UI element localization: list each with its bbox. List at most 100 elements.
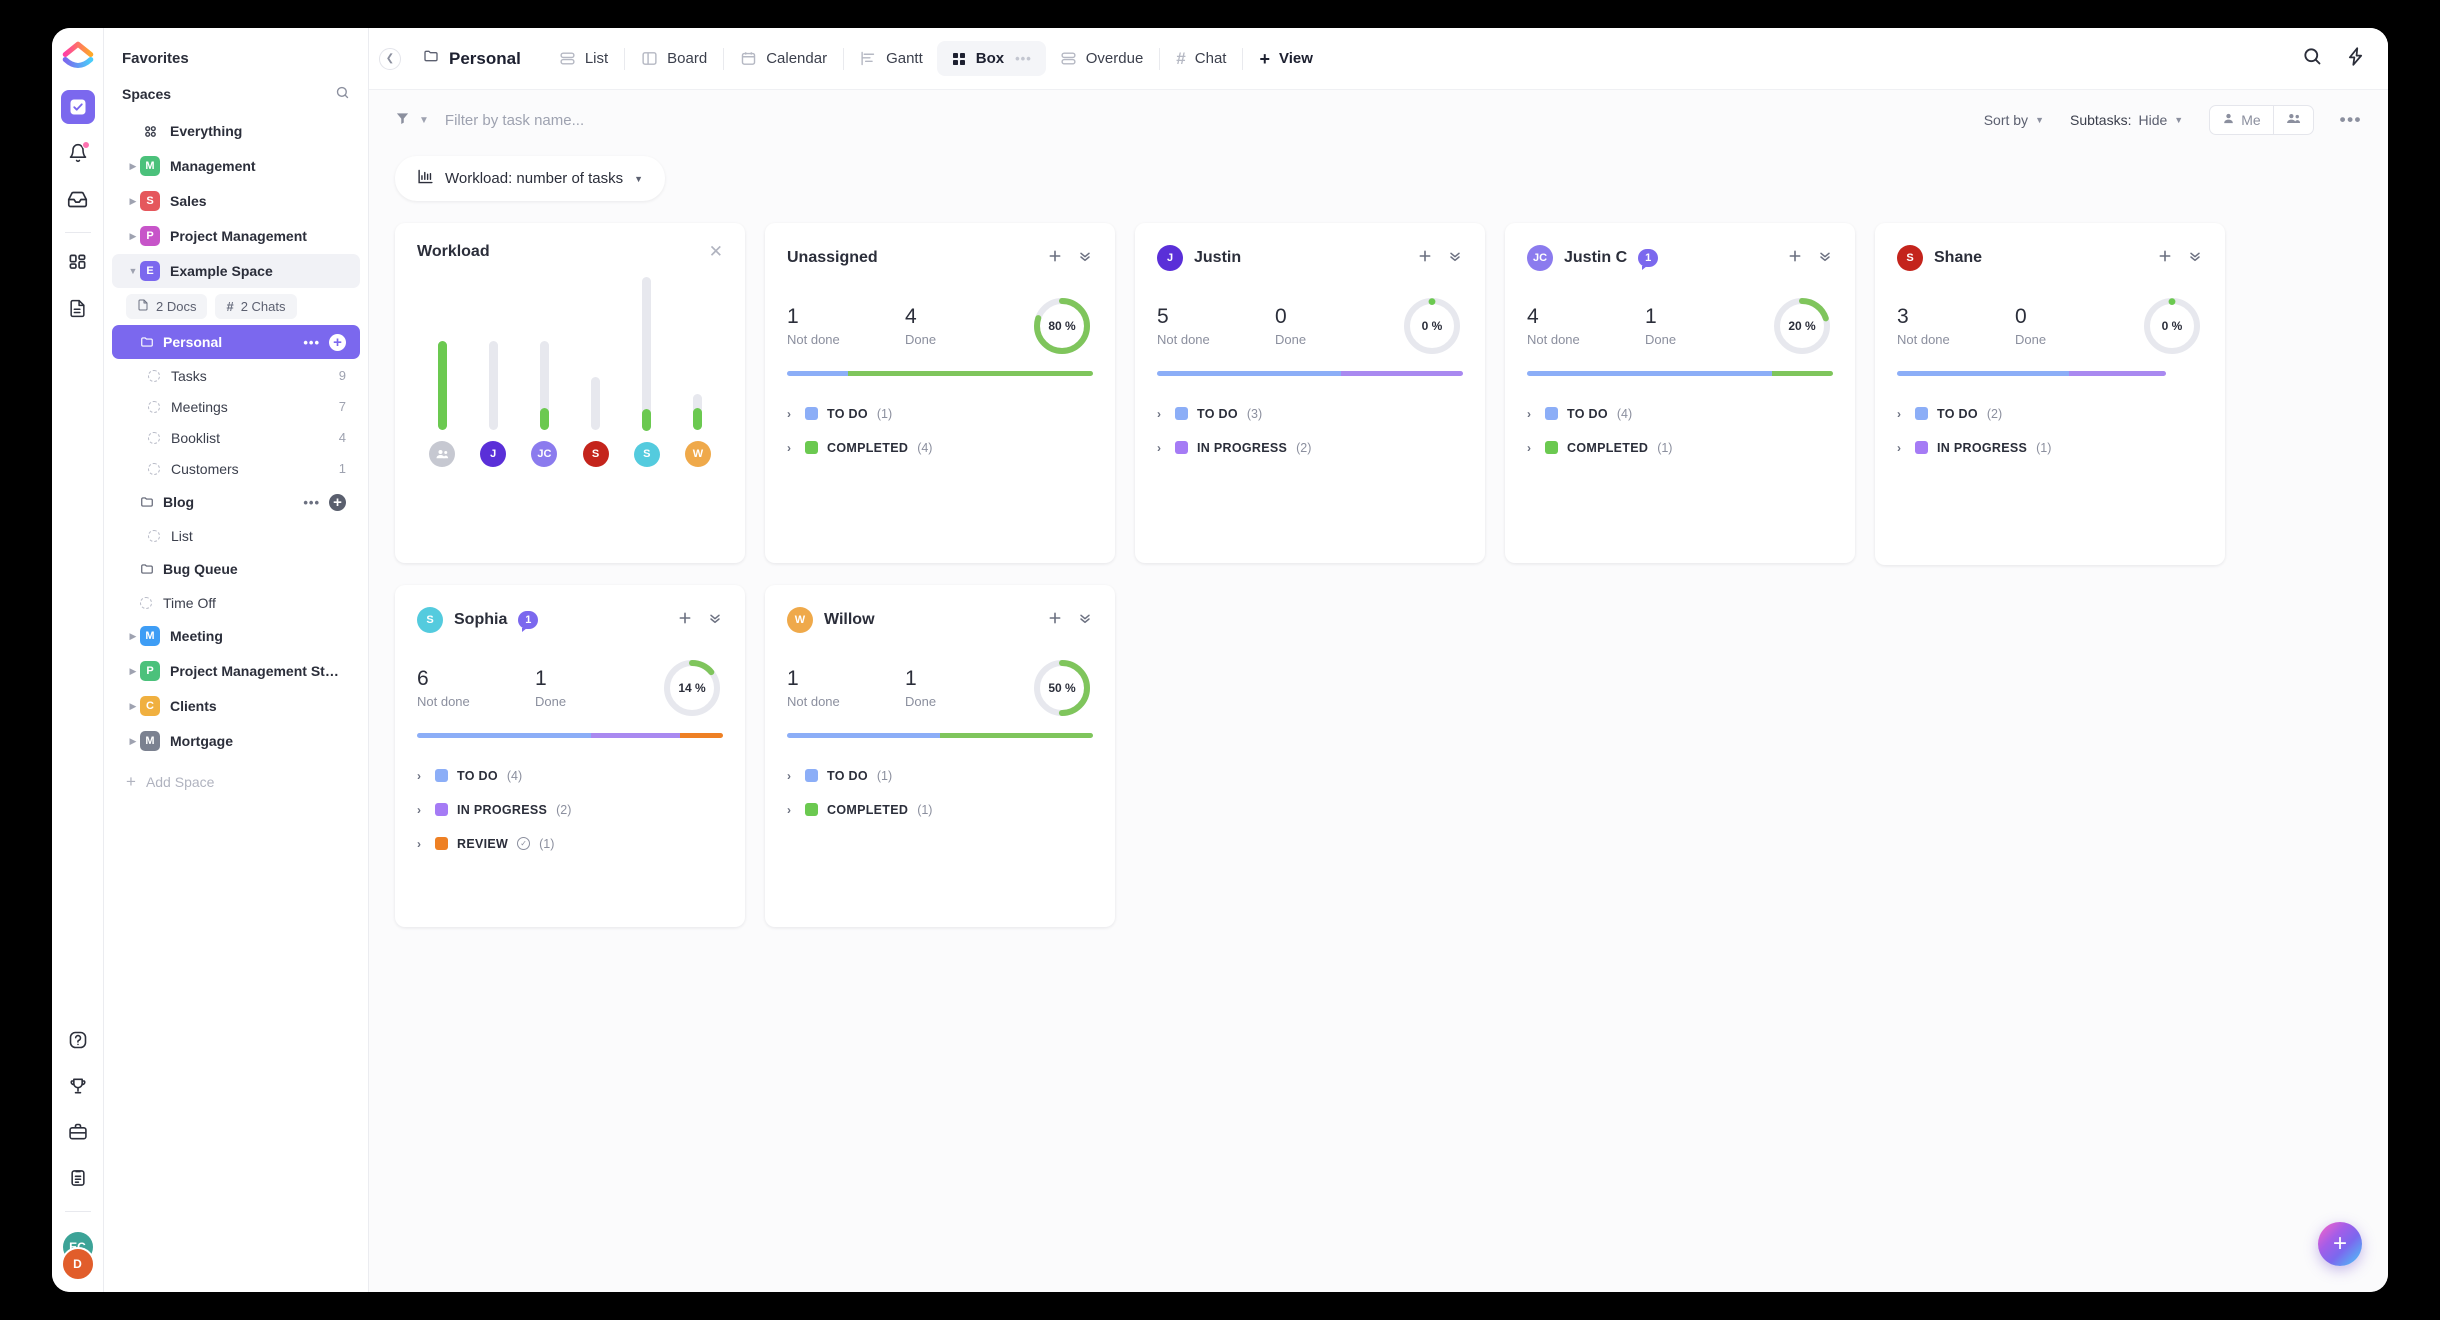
- tab-list[interactable]: List: [545, 41, 622, 76]
- blog-add-icon[interactable]: +: [329, 493, 346, 511]
- plus-icon[interactable]: [1787, 248, 1803, 269]
- avatar[interactable]: JC: [1527, 245, 1553, 271]
- create-task-fab[interactable]: +: [2318, 1222, 2362, 1266]
- chevrons-down-icon[interactable]: [1447, 248, 1463, 269]
- status-row[interactable]: › TO DO (1): [787, 402, 1093, 425]
- search-icon[interactable]: [2302, 46, 2323, 72]
- chevrons-down-icon[interactable]: [2187, 248, 2203, 269]
- status-row[interactable]: › REVIEW ✓ (1): [417, 832, 723, 855]
- chevron-right-icon[interactable]: ▶: [126, 631, 140, 642]
- chevrons-down-icon[interactable]: [707, 610, 723, 631]
- chevron-right-icon[interactable]: ›: [1527, 441, 1536, 455]
- rail-user-avatars[interactable]: EC D: [59, 1230, 97, 1281]
- status-row[interactable]: › TO DO (2): [1897, 402, 2203, 425]
- status-row[interactable]: › COMPLETED (4): [787, 436, 1093, 459]
- sidebar-item-meeting[interactable]: ▶ M Meeting: [112, 619, 360, 653]
- chevron-right-icon[interactable]: ›: [1527, 407, 1536, 421]
- status-row[interactable]: › IN PROGRESS (1): [1897, 436, 2203, 459]
- sidebar-item-bug-queue[interactable]: Bug Queue: [112, 552, 360, 586]
- sort-by-button[interactable]: Sort by ▼: [1984, 112, 2044, 128]
- chevron-right-icon[interactable]: ▶: [126, 666, 140, 677]
- tab-board[interactable]: Board: [627, 41, 721, 76]
- close-icon[interactable]: ✕: [709, 243, 723, 260]
- workload-avatar[interactable]: W: [684, 441, 711, 467]
- blog-more-icon[interactable]: •••: [303, 495, 320, 510]
- workload-avatar[interactable]: S: [633, 441, 660, 467]
- personal-add-icon[interactable]: +: [329, 333, 346, 351]
- comment-badge[interactable]: 1: [518, 611, 539, 632]
- avatar[interactable]: J: [1157, 245, 1183, 271]
- chevron-right-icon[interactable]: ›: [787, 407, 796, 421]
- plus-icon[interactable]: [2157, 248, 2173, 269]
- personal-more-icon[interactable]: •••: [303, 335, 320, 350]
- filter-people-button[interactable]: [2272, 106, 2313, 134]
- workload-avatar[interactable]: JC: [531, 441, 558, 467]
- rail-item-goals[interactable]: [61, 1069, 95, 1103]
- tab-overdue[interactable]: Overdue: [1046, 41, 1158, 76]
- chevron-right-icon[interactable]: ›: [417, 803, 426, 817]
- chevron-down-icon[interactable]: ▼: [126, 266, 140, 276]
- filter-me-button[interactable]: Me: [2210, 106, 2272, 134]
- chevron-right-icon[interactable]: ›: [1157, 441, 1166, 455]
- docs-chip[interactable]: 2 Docs: [126, 294, 208, 319]
- chevron-right-icon[interactable]: ›: [787, 769, 796, 783]
- sidebar-item-booklist[interactable]: Booklist 4: [112, 422, 360, 453]
- sidebar-item-customers[interactable]: Customers 1: [112, 453, 360, 484]
- chevron-right-icon[interactable]: ▶: [126, 701, 140, 712]
- search-spaces-icon[interactable]: [335, 85, 350, 103]
- chevrons-down-icon[interactable]: [1077, 610, 1093, 631]
- chevron-right-icon[interactable]: ›: [417, 837, 426, 851]
- lightning-icon[interactable]: [2345, 46, 2366, 72]
- chats-chip[interactable]: # 2 Chats: [215, 294, 297, 319]
- rail-item-notifications[interactable]: [61, 136, 95, 170]
- rail-item-inbox[interactable]: [61, 182, 95, 216]
- sidebar-item-mortgage[interactable]: ▶ M Mortgage: [112, 724, 360, 758]
- plus-icon[interactable]: [1047, 248, 1063, 269]
- rail-item-clipboard[interactable]: [61, 1161, 95, 1195]
- avatar[interactable]: W: [787, 607, 813, 633]
- sidebar-item-management[interactable]: ▶ M Management: [112, 149, 360, 183]
- chevron-right-icon[interactable]: ›: [787, 441, 796, 455]
- plus-icon[interactable]: [1417, 248, 1433, 269]
- sidebar-item-blog[interactable]: Blog ••• +: [112, 485, 360, 519]
- workload-selector[interactable]: Workload: number of tasks ▼: [395, 156, 666, 201]
- sidebar-item-time-off[interactable]: Time Off: [112, 587, 360, 618]
- avatar[interactable]: D: [60, 1247, 95, 1281]
- rail-item-docs[interactable]: [61, 291, 95, 325]
- status-row[interactable]: › IN PROGRESS (2): [1157, 436, 1463, 459]
- status-row[interactable]: › IN PROGRESS (2): [417, 798, 723, 821]
- more-options-icon[interactable]: •••: [2340, 110, 2362, 130]
- chevron-right-icon[interactable]: ›: [417, 769, 426, 783]
- plus-icon[interactable]: [1047, 610, 1063, 631]
- chevron-right-icon[interactable]: ▶: [126, 736, 140, 747]
- chevron-right-icon[interactable]: ›: [1897, 407, 1906, 421]
- chevron-right-icon[interactable]: ›: [1897, 441, 1906, 455]
- workload-avatar[interactable]: J: [480, 441, 507, 467]
- sidebar-item-everything[interactable]: Everything: [112, 114, 360, 148]
- avatar[interactable]: S: [1897, 245, 1923, 271]
- avatar[interactable]: S: [417, 607, 443, 633]
- tab-gantt[interactable]: Gantt: [846, 41, 937, 76]
- status-row[interactable]: › TO DO (4): [1527, 402, 1833, 425]
- tab-box[interactable]: Box •••: [936, 41, 1046, 76]
- workload-avatar[interactable]: S: [582, 441, 609, 467]
- chevron-down-icon[interactable]: ▼: [419, 115, 429, 126]
- tab-chat[interactable]: # Chat: [1162, 40, 1240, 78]
- rail-item-help[interactable]: [61, 1023, 95, 1057]
- sidebar-item-sales[interactable]: ▶ S Sales: [112, 184, 360, 218]
- collapse-sidebar-button[interactable]: ❮: [379, 47, 401, 70]
- sidebar-item-tasks[interactable]: Tasks 9: [112, 360, 360, 391]
- add-view-button[interactable]: + View: [1245, 41, 1326, 77]
- sidebar-item-personal[interactable]: Personal ••• +: [112, 325, 360, 359]
- sidebar-item-example-space[interactable]: ▼ E Example Space: [112, 254, 360, 288]
- add-space-button[interactable]: + Add Space: [104, 759, 368, 804]
- chevron-right-icon[interactable]: ▶: [126, 161, 140, 172]
- chevron-right-icon[interactable]: ›: [1157, 407, 1166, 421]
- chevron-right-icon[interactable]: ›: [787, 803, 796, 817]
- rail-item-portfolios[interactable]: [61, 1115, 95, 1149]
- search-input[interactable]: [444, 111, 765, 129]
- chevron-right-icon[interactable]: ▶: [126, 231, 140, 242]
- workload-avatar[interactable]: [429, 441, 455, 467]
- chevron-right-icon[interactable]: ▶: [126, 196, 140, 207]
- chevrons-down-icon[interactable]: [1817, 248, 1833, 269]
